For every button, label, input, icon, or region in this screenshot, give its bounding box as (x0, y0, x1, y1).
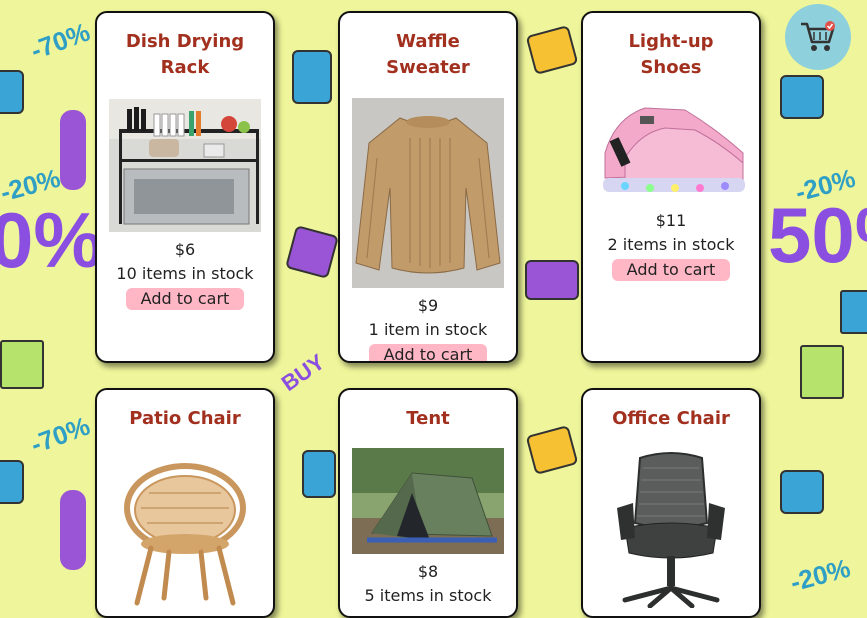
bg-text: -70% (26, 410, 94, 460)
price-tag-icon (292, 50, 332, 104)
add-to-cart-button[interactable]: Add to cart (368, 344, 488, 361)
shopping-bag-icon (800, 345, 844, 399)
dish-rack-image (109, 99, 261, 232)
patio-chair-image (109, 448, 261, 608)
product-title: Tent (406, 408, 450, 429)
cart-button[interactable] (785, 4, 851, 70)
office-chair-image (595, 448, 747, 608)
shopping-bag-icon (0, 340, 44, 389)
sale-sign-icon (525, 260, 579, 300)
product-stock: 1 item in stock (368, 320, 488, 339)
product-card: Tent $8 5 items in stock (338, 388, 518, 618)
product-card: Dish Drying Rack $6 10 items in stock Ad… (95, 11, 275, 363)
price-tag-icon (780, 75, 824, 119)
product-title: Patio Chair (129, 408, 241, 429)
price-tag-icon (0, 460, 24, 504)
bg-text: -70% (26, 16, 94, 66)
starburst-icon (525, 24, 579, 76)
shopping-bag-icon (840, 290, 867, 334)
product-price: $11 (655, 211, 687, 230)
product-stock: 2 items in stock (607, 235, 735, 254)
tent-image (352, 448, 504, 554)
starburst-icon (525, 424, 579, 476)
product-title: Waffle Sweater (386, 31, 470, 78)
price-tag-icon (0, 70, 24, 114)
product-title: Dish Drying Rack (125, 31, 245, 78)
product-price: $9 (417, 296, 439, 315)
price-tag-icon (302, 450, 336, 498)
price-tag-icon (780, 470, 824, 514)
product-card: Office Chair (581, 388, 761, 618)
shopper-figure-icon (60, 110, 86, 190)
sweater-image (352, 98, 504, 288)
product-stock: 5 items in stock (364, 586, 492, 605)
product-title: Office Chair (612, 408, 730, 429)
product-title: Light-up Shoes (628, 31, 714, 78)
product-card: Patio Chair (95, 388, 275, 618)
product-card: Waffle Sweater $9 1 item in stock Add to… (338, 11, 518, 363)
shopping-cart-icon (801, 21, 835, 51)
light-up-shoes-image (595, 98, 747, 203)
bg-text: -20% (787, 552, 854, 598)
bg-text: 0% (0, 196, 103, 284)
starburst-icon (285, 225, 339, 279)
product-price: $8 (417, 562, 439, 581)
product-price: $6 (174, 240, 196, 259)
add-to-cart-button[interactable]: Add to cart (125, 288, 245, 310)
product-stock: 10 items in stock (116, 264, 254, 283)
shopper-figure-icon (60, 490, 86, 570)
bg-text: BUY (276, 349, 330, 397)
add-to-cart-button[interactable]: Add to cart (611, 259, 731, 281)
product-card: Light-up Shoes $11 2 items in stock Add … (581, 11, 761, 363)
